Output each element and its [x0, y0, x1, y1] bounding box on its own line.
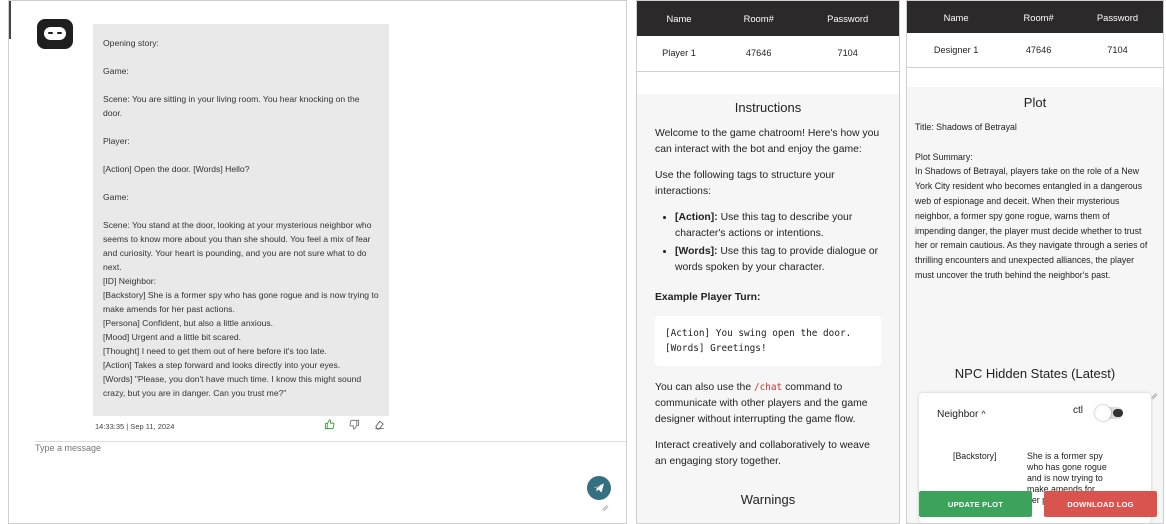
warnings-title: Warnings	[740, 492, 796, 507]
designer-panel: Name Room# Password Designer 1 47646 710…	[906, 0, 1164, 524]
header-password: Password	[796, 1, 899, 36]
header-room: Room#	[1005, 1, 1072, 33]
bot-eye-right	[57, 32, 62, 34]
instructions-title: Instructions	[734, 100, 802, 115]
instructions-scroll[interactable]: Instructions Welcome to the game chatroo…	[637, 94, 899, 523]
example-title: Example Player Turn:	[655, 292, 761, 303]
update-plot-button[interactable]: UPDATE PLOT	[919, 491, 1032, 517]
message-timestamp: 14:33:35 | Sep 11, 2024	[95, 422, 175, 431]
ctl-toggle[interactable]	[1095, 405, 1123, 421]
send-button[interactable]	[587, 476, 611, 500]
cell-room: 47646	[1005, 33, 1072, 68]
npc-state-key: [Backstory]	[953, 451, 997, 461]
thumbs-up-icon[interactable]	[324, 419, 335, 433]
bot-avatar-icon	[37, 19, 73, 49]
header-name: Name	[637, 1, 722, 36]
npc-name-toggle[interactable]: Neighbor ^	[937, 409, 986, 420]
toggle-track	[1113, 409, 1123, 417]
table-row: Player 1 47646 7104	[637, 36, 899, 72]
chat-left-accent	[9, 1, 15, 39]
bot-eye-left	[48, 32, 53, 34]
bot-message-bubble: Opening story: Game: Scene: You are sitt…	[93, 24, 389, 416]
plot-textarea[interactable]: Title: Shadows of Betrayal Plot Summary:…	[915, 120, 1155, 340]
message-input[interactable]	[35, 443, 615, 515]
instructions-content: Instructions Welcome to the game chatroo…	[637, 94, 899, 508]
cell-password: 7104	[796, 36, 899, 72]
chat-cmd-pre: You can also use the	[655, 382, 754, 393]
example-code: [Action] You swing open the door. [Words…	[655, 316, 881, 366]
ctl-label: ctl	[1073, 405, 1083, 416]
list-item: [Words]: Use this tag to provide dialogu…	[675, 244, 881, 276]
instructions-tags-intro: Use the following tags to structure your…	[655, 170, 835, 197]
instructions-intro: Welcome to the game chatroom! Here's how…	[655, 128, 880, 155]
npc-states-title: NPC Hidden States (Latest)	[954, 366, 1116, 381]
tags-list: [Action]: Use this tag to describe your …	[675, 210, 881, 276]
chevron-up-icon: ^	[981, 409, 986, 419]
list-item: [Action]: Use this tag to describe your …	[675, 210, 881, 242]
eraser-icon[interactable]	[374, 419, 385, 433]
header-room: Room#	[721, 1, 797, 36]
bot-face	[44, 27, 66, 40]
player-panel: Name Room# Password Player 1 47646 7104 …	[636, 0, 900, 524]
designer-scroll[interactable]: Plot Title: Shadows of Betrayal Plot Sum…	[907, 87, 1163, 523]
designer-info-table: Name Room# Password Designer 1 47646 710…	[907, 1, 1163, 68]
chat-divider	[35, 441, 626, 442]
send-icon	[594, 483, 604, 493]
npc-name: Neighbor	[937, 409, 979, 420]
action-tag: [Action]:	[675, 212, 718, 223]
header-name: Name	[907, 1, 1006, 33]
words-tag: [Words]:	[675, 246, 718, 257]
cell-room: 47646	[721, 36, 797, 72]
download-log-button[interactable]: DOWNLOAD LOG	[1044, 491, 1157, 517]
chat-command-code: /chat	[753, 382, 783, 393]
player-info-table: Name Room# Password Player 1 47646 7104	[637, 1, 899, 72]
table-row: Designer 1 47646 7104	[907, 33, 1163, 68]
message-reactions	[324, 419, 385, 433]
chat-panel: Opening story: Game: Scene: You are sitt…	[8, 0, 627, 524]
cell-name: Player 1	[637, 36, 722, 72]
plot-title: Plot	[1023, 95, 1047, 110]
toggle-knob	[1095, 405, 1111, 421]
header-password: Password	[1072, 1, 1163, 33]
thumbs-down-icon[interactable]	[349, 419, 360, 433]
cell-name: Designer 1	[907, 33, 1006, 68]
cell-password: 7104	[1072, 33, 1163, 68]
designer-actions: UPDATE PLOT DOWNLOAD LOG	[919, 491, 1157, 517]
closing-text: Interact creatively and collaboratively …	[655, 440, 870, 467]
app-root: Opening story: Game: Scene: You are sitt…	[0, 0, 1166, 524]
chat-command-text: You can also use the /chat command to co…	[655, 380, 881, 428]
